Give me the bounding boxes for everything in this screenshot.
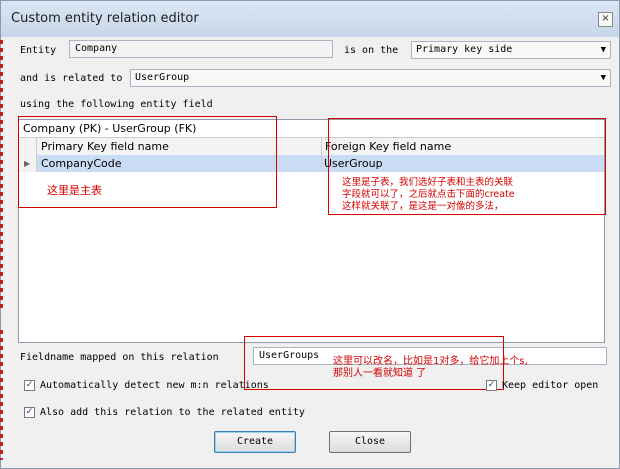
annotation-child-line3: 这样就关联了，是这是一对像的多法， — [342, 201, 504, 212]
also-add-label: Also add this relation to the related en… — [40, 407, 305, 418]
fieldname-label: Fieldname mapped on this relation — [20, 352, 219, 363]
keep-open-checkbox[interactable]: ✓ — [486, 380, 497, 391]
relation-editor-window: Custom entity relation editor × Entity C… — [0, 0, 620, 469]
related-entity-select[interactable]: UserGroup ▼ — [130, 69, 611, 87]
side-select-value: Primary key side — [416, 44, 513, 55]
create-button[interactable]: Create — [214, 431, 296, 453]
also-add-checkbox[interactable]: ✓ — [24, 407, 35, 418]
side-select[interactable]: Primary key side ▼ — [411, 41, 611, 59]
background-window-edge — [0, 330, 3, 460]
column-separator — [321, 138, 322, 155]
auto-detect-checkbox[interactable]: ✓ — [24, 380, 35, 391]
keep-open-label: Keep editor open — [502, 380, 599, 391]
annotation-rename-line1: 这里可以改名，比如是1对多，给它加上个s, — [333, 356, 528, 367]
chevron-down-icon: ▼ — [600, 45, 606, 55]
column-separator — [321, 155, 322, 172]
using-field-label: using the following entity field — [20, 99, 213, 110]
entity-label: Entity — [20, 45, 57, 56]
auto-detect-label: Automatically detect new m:n relations — [40, 380, 269, 391]
annotation-child-line2: 字段就可以了，之后就点击下面的create — [342, 189, 515, 200]
side-label: is on the — [344, 45, 399, 56]
related-entity-value: UserGroup — [135, 72, 190, 83]
close-button[interactable]: Close — [329, 431, 411, 453]
annotation-rename-line2: 那别人一看就知道 了 — [333, 368, 427, 379]
window-title: Custom entity relation editor — [11, 11, 199, 26]
annotation-main-table: 这里是主表 — [47, 184, 102, 197]
close-icon[interactable]: × — [598, 12, 613, 27]
title-bar: Custom entity relation editor × — [1, 1, 619, 37]
background-window-edge — [0, 40, 3, 310]
related-label: and is related to — [20, 73, 123, 84]
chevron-down-icon: ▼ — [600, 73, 606, 83]
entity-field: Company — [69, 40, 333, 58]
annotation-child-line1: 这里是子表，我们选好子表和主表的关联 — [342, 177, 514, 188]
